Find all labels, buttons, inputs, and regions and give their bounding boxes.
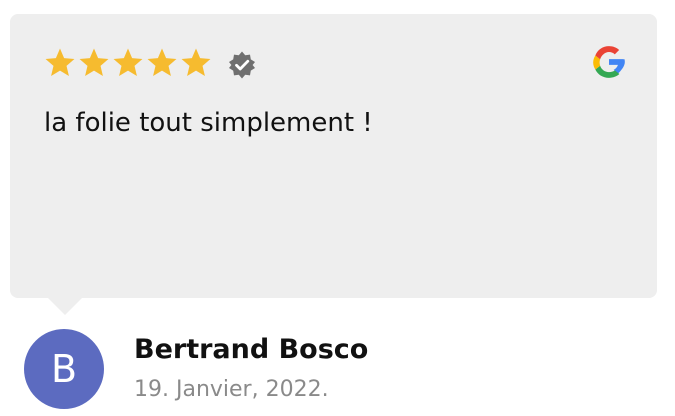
reviewer-name: Bertrand Bosco [134,334,369,365]
google-icon[interactable] [590,43,628,81]
star-icon [79,48,109,77]
review-date: 19. Janvier, 2022. [134,377,329,402]
avatar-initial: B [50,347,78,391]
star-icon [113,48,143,77]
review-card-pointer [48,298,82,315]
verified-badge-icon [229,51,255,79]
review-text: la folie tout simplement ! [44,108,373,138]
star-rating [43,46,213,80]
star-icon [147,48,177,77]
star-icon [181,48,211,77]
star-icon [45,48,75,77]
avatar: B [24,329,104,409]
